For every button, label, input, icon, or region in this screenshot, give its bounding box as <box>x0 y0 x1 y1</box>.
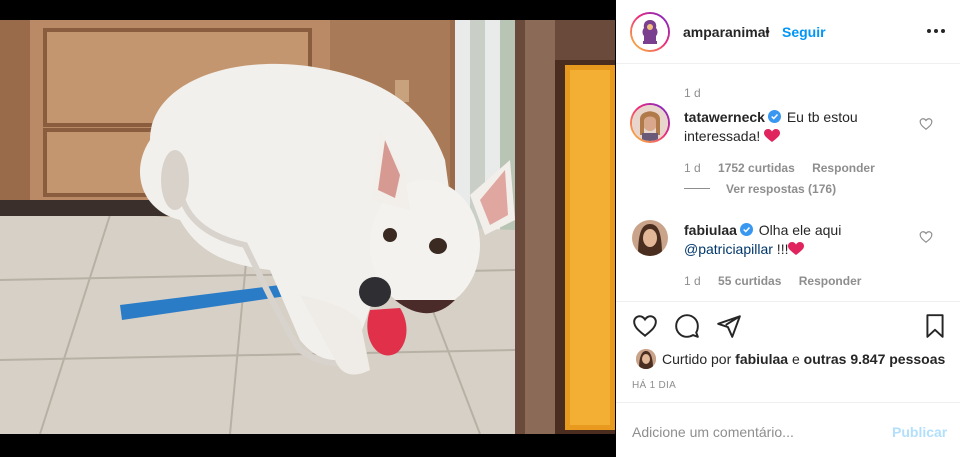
commenter-avatar[interactable] <box>630 218 670 258</box>
post-header: amparanimal • Seguir <box>616 0 960 64</box>
post-photo[interactable] <box>0 20 615 434</box>
commenter-avatar[interactable] <box>630 103 670 143</box>
comment-composer: Adicione um comentário... Publicar <box>616 402 960 457</box>
comment-likes[interactable]: 1752 curtidas <box>718 161 795 175</box>
liked-by-text: Curtido por fabiulaa e outras 9.847 pess… <box>662 351 945 367</box>
account-avatar[interactable] <box>630 12 670 52</box>
bookmark-icon[interactable] <box>922 313 948 339</box>
caption-time: 1 d <box>684 86 701 100</box>
post-actions: Curtido por fabiulaa e outras 9.847 pess… <box>616 301 960 411</box>
post-side-panel: amparanimal • Seguir 1 d tatawerneck Eu … <box>616 0 960 457</box>
comment-time: 1 d <box>684 274 701 288</box>
liked-by-user[interactable]: fabiulaa <box>735 351 788 367</box>
comments-list: 1 d tatawerneck Eu tb estou interessada!… <box>616 65 960 301</box>
comment-like-heart-icon[interactable] <box>919 117 933 131</box>
comment-time: 1 d <box>684 161 701 175</box>
comment-text: tatawerneck Eu tb estou interessada! <box>684 108 914 146</box>
comment-bubble-icon[interactable] <box>674 313 700 339</box>
instagram-post-modal: amparanimal • Seguir 1 d tatawerneck Eu … <box>0 0 960 457</box>
verified-badge-icon <box>739 223 753 236</box>
more-options-icon[interactable] <box>924 22 948 40</box>
mention-link[interactable]: @patriciapillar <box>684 241 773 257</box>
comment-body-tail: !!! <box>772 241 789 257</box>
comment-body: Olha ele aqui <box>758 222 842 238</box>
comment-input[interactable]: Adicione um comentário... <box>632 424 794 440</box>
liked-by-mid: e <box>791 351 800 367</box>
account-logo-icon <box>632 14 668 50</box>
verified-badge-icon <box>767 110 781 123</box>
account-username[interactable]: amparanimal <box>683 24 769 40</box>
view-replies-button[interactable]: Ver respostas (176) <box>684 182 836 196</box>
red-heart-emoji-icon <box>764 129 781 142</box>
liked-by-prefix: Curtido por <box>662 351 732 367</box>
dog-photo-image <box>0 20 615 434</box>
comment-meta: 1 d 55 curtidas Responder <box>684 274 875 288</box>
avatar-photo <box>632 220 668 256</box>
separator-dot: • <box>765 23 770 39</box>
avatar-photo <box>632 105 668 141</box>
comment-likes[interactable]: 55 curtidas <box>718 274 781 288</box>
post-date: HÁ 1 DIA <box>632 380 677 391</box>
view-replies-label: Ver respostas (176) <box>726 182 837 196</box>
comment-like-heart-icon[interactable] <box>919 230 933 244</box>
reply-button[interactable]: Responder <box>812 161 875 175</box>
replies-divider <box>684 188 710 189</box>
heart-outline-icon[interactable] <box>632 313 658 339</box>
red-heart-emoji-icon <box>788 242 805 255</box>
liked-by-others[interactable]: outras 9.847 pessoas <box>804 351 946 367</box>
comment-meta: 1 d 1752 curtidas Responder <box>684 161 889 175</box>
comment-text: fabiulaa Olha ele aqui @patriciapillar !… <box>684 221 914 259</box>
reply-button[interactable]: Responder <box>799 274 862 288</box>
share-plane-icon[interactable] <box>716 313 742 339</box>
publish-button[interactable]: Publicar <box>892 424 947 440</box>
follow-button[interactable]: Seguir <box>782 24 826 40</box>
comment-author[interactable]: tatawerneck <box>684 109 765 125</box>
liker-avatar[interactable] <box>636 349 656 369</box>
comment-author[interactable]: fabiulaa <box>684 222 737 238</box>
